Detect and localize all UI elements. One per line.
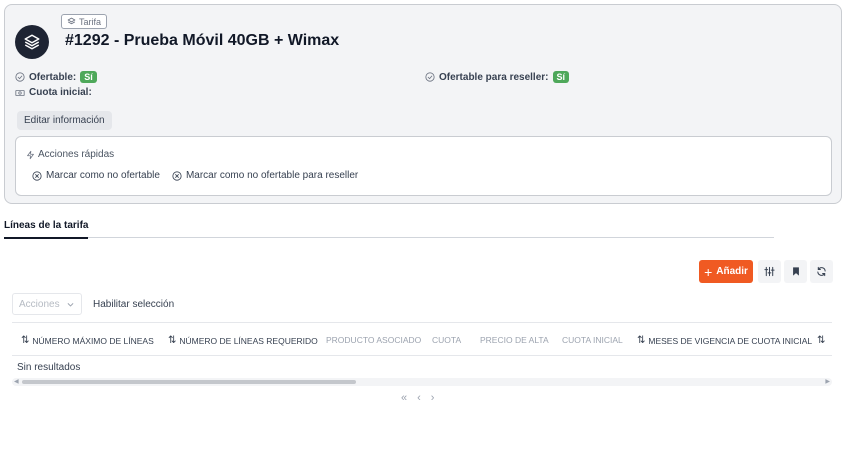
lightning-icon [27, 150, 34, 159]
mark-not-ofertable-reseller-action[interactable]: Marcar como no ofertable para reseller [172, 170, 358, 181]
add-button-label: Añadir [716, 266, 748, 277]
col-meses-vigencia[interactable]: ⇅ Meses de vigencia de cuota inicial [637, 335, 812, 346]
bookmark-icon [792, 267, 799, 276]
first-page-icon[interactable]: « [401, 392, 407, 404]
prev-page-icon[interactable]: ‹ [417, 392, 421, 404]
sort-icon: ⇅ [168, 335, 177, 346]
ofertable-label: Ofertable: [29, 71, 77, 83]
empty-state-text: Sin resultados [17, 362, 81, 373]
enable-selection-link[interactable]: Habilitar selección [93, 299, 174, 310]
col-numero-lineas-requerido[interactable]: ⇅ Número de líneas requerido [168, 335, 318, 346]
tariff-logo [15, 25, 49, 59]
columns-adjust-button[interactable] [758, 260, 781, 283]
actions-select[interactable]: Acciones [12, 293, 82, 315]
scroll-right-icon[interactable]: ▶ [825, 378, 830, 386]
layers-icon [67, 17, 76, 25]
col-precio-alta: Precio de alta [480, 335, 549, 345]
column-label: Precio de alta [480, 335, 549, 345]
ofertable-field: Ofertable: Sí [15, 71, 97, 83]
next-page-icon[interactable]: › [431, 392, 435, 404]
quick-action-label: Marcar como no ofertable [46, 170, 160, 181]
column-label: Número máximo de líneas [32, 335, 154, 346]
actions-select-value: Acciones [19, 298, 60, 310]
tab-lineas-tarifa[interactable]: Líneas de la tarifa [4, 220, 89, 239]
sort-icon: ⇅ [637, 335, 646, 346]
ofertable-value-badge: Sí [80, 71, 97, 83]
page-title: #1292 - Prueba Móvil 40GB + Wimax [65, 32, 340, 49]
bookmark-button[interactable] [784, 260, 807, 283]
col-producto-asociado: Producto asociado [326, 335, 421, 345]
col-truncated[interactable]: ⇅ [817, 335, 828, 346]
column-label: Cuota [432, 335, 462, 345]
plus-icon: + [704, 263, 713, 280]
tab-bar: Líneas de la tarifa [4, 214, 774, 239]
reseller-value-badge: Sí [552, 71, 570, 83]
col-numero-maximo-lineas[interactable]: ⇅ Número máximo de líneas [21, 335, 154, 346]
edit-info-button[interactable]: Editar información [17, 111, 112, 130]
columns-adjust-icon [764, 266, 775, 277]
reseller-label: Ofertable para reseller: [439, 71, 549, 83]
x-circle-icon [32, 170, 42, 181]
check-circle-icon [15, 72, 25, 82]
quick-action-label: Marcar como no ofertable para reseller [185, 170, 359, 181]
cash-icon [15, 89, 25, 96]
type-badge-label: Tarifa [79, 16, 102, 27]
column-label: Número de líneas requerido [179, 335, 318, 346]
tariff-info-card: Tarifa #1292 - Prueba Móvil 40GB + Wimax… [4, 4, 842, 204]
quick-actions-panel: Acciones rápidas Marcar como no ofertabl… [15, 136, 832, 196]
table-header: ⇅ Número máximo de líneas ⇅ Número de lí… [12, 322, 832, 356]
mark-not-ofertable-action[interactable]: Marcar como no ofertable [32, 170, 160, 181]
cuota-inicial-field: Cuota inicial: [15, 87, 92, 98]
cuota-inicial-label: Cuota inicial: [29, 87, 92, 98]
type-badge: Tarifa [61, 14, 108, 29]
col-cuota: Cuota [432, 335, 461, 345]
column-label: Meses de vigencia de cuota inicial [648, 335, 813, 346]
quick-actions-list: Marcar como no ofertable Marcar como no … [32, 170, 358, 181]
reseller-field: Ofertable para reseller: Sí [425, 71, 570, 83]
check-circle-icon [425, 72, 435, 82]
refresh-button[interactable] [810, 260, 833, 283]
sort-icon: ⇅ [817, 335, 826, 346]
horizontal-scrollbar[interactable]: ◀ ▶ [12, 378, 832, 386]
refresh-icon [817, 266, 826, 277]
column-label: Cuota inicial [562, 335, 623, 345]
scrollbar-thumb[interactable] [22, 380, 356, 384]
x-circle-icon [172, 170, 182, 181]
chevron-down-icon [67, 302, 74, 307]
layers-icon [24, 34, 40, 50]
quick-actions-label: Acciones rápidas [38, 149, 115, 160]
pagination: « ‹ › [401, 392, 434, 404]
sort-icon: ⇅ [21, 335, 30, 346]
add-button[interactable]: + Añadir [699, 260, 753, 283]
col-cuota-inicial: Cuota inicial [562, 335, 623, 345]
scroll-left-icon[interactable]: ◀ [14, 378, 19, 386]
quick-actions-title: Acciones rápidas [26, 149, 114, 160]
column-label: Producto asociado [326, 335, 422, 345]
